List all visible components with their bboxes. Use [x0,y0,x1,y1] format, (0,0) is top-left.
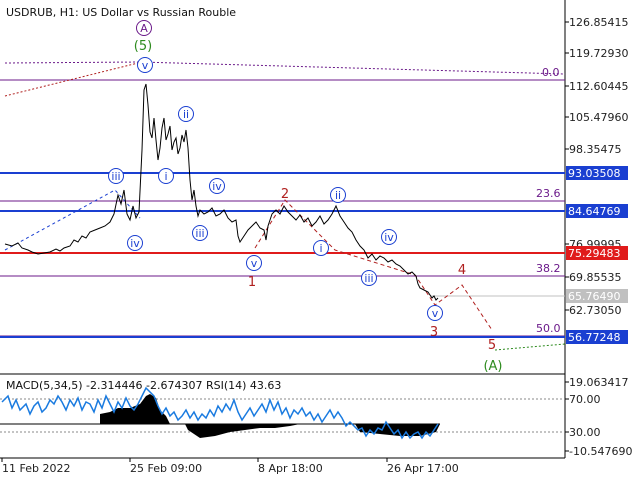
wave-label-iii-left: iii [108,168,124,184]
svg-text:v: v [432,307,439,320]
wave-label-iii-mid: iii [192,225,208,241]
indicator-title: MACD(5,34,5) -2.314446 -2.674307 RSI(14)… [6,379,281,392]
svg-text:93.03508: 93.03508 [568,167,621,180]
fib-label-0: 0.0 [542,66,560,79]
wave-label-ii-right: ii [330,187,346,203]
svg-text:19.063417: 19.063417 [569,376,629,389]
price-label-84: 84.64769 [566,204,628,218]
wave-label-iv-left: iv [127,235,143,251]
wave-label-A-top: A [136,20,152,36]
chart-title: USDRUB, H1: US Dollar vs Russian Rouble [6,6,236,19]
wave-label-5: 5 [488,338,496,353]
svg-text:i: i [319,242,322,255]
wave-label-2: 2 [281,187,289,202]
price-label-current: 65.76490 [566,289,628,303]
wave-label-v-right: v [427,305,443,321]
svg-text:iii: iii [111,170,120,183]
svg-text:iii: iii [364,272,373,285]
svg-text:iv: iv [130,237,140,250]
svg-text:70.00: 70.00 [569,393,601,406]
svg-text:126.85415: 126.85415 [569,16,629,29]
wave-label-4: 4 [458,263,466,278]
wave-label-ii-top: ii [178,106,194,122]
svg-text:26 Apr 17:00: 26 Apr 17:00 [387,462,459,475]
price-chart[interactable]: USDRUB, H1: US Dollar vs Russian Rouble … [0,0,640,480]
wave-label-1: 1 [248,275,256,290]
svg-text:-10.547690: -10.547690 [569,445,632,458]
svg-text:119.72930: 119.72930 [569,47,629,60]
price-label-75: 75.29483 [566,246,628,260]
svg-text:iv: iv [212,180,222,193]
svg-text:ii: ii [335,189,341,202]
svg-text:69.85535: 69.85535 [569,271,622,284]
svg-text:65.76490: 65.76490 [568,290,621,303]
wave-label-i: i [158,168,174,184]
wave-label-5-paren: (5) [134,39,152,54]
fib-label-50: 50.0 [536,322,561,335]
svg-text:8 Apr 18:00: 8 Apr 18:00 [258,462,323,475]
svg-text:v: v [142,59,149,72]
svg-text:iii: iii [195,227,204,240]
svg-text:105.47960: 105.47960 [569,111,629,124]
svg-text:iv: iv [384,231,394,244]
wave-label-iv-right: iv [381,229,397,245]
wave-label-iv-mid: iv [209,178,225,194]
wave-label-A-bottom: (A) [483,359,502,374]
wave-label-v-mid: v [246,255,262,271]
svg-text:25 Feb 09:00: 25 Feb 09:00 [130,462,202,475]
svg-text:84.64769: 84.64769 [568,205,621,218]
fib-label-236: 23.6 [536,187,561,200]
svg-text:75.29483: 75.29483 [568,247,621,260]
svg-text:62.73050: 62.73050 [569,304,622,317]
wave-label-i-right: i [313,240,329,256]
svg-text:ii: ii [183,108,189,121]
svg-text:A: A [140,22,148,35]
svg-text:98.35475: 98.35475 [569,143,622,156]
svg-text:56.77248: 56.77248 [568,331,621,344]
price-label-93: 93.03508 [566,166,628,180]
svg-text:11 Feb 2022: 11 Feb 2022 [2,462,70,475]
svg-text:i: i [164,170,167,183]
svg-text:v: v [251,257,258,270]
wave-label-iii-right: iii [361,270,377,286]
price-label-56: 56.77248 [566,330,628,344]
fib-label-382: 38.2 [536,262,561,275]
wave-label-v-top: v [137,57,153,73]
svg-text:30.00: 30.00 [569,426,601,439]
svg-text:112.60445: 112.60445 [569,80,629,93]
wave-label-3: 3 [430,325,438,340]
